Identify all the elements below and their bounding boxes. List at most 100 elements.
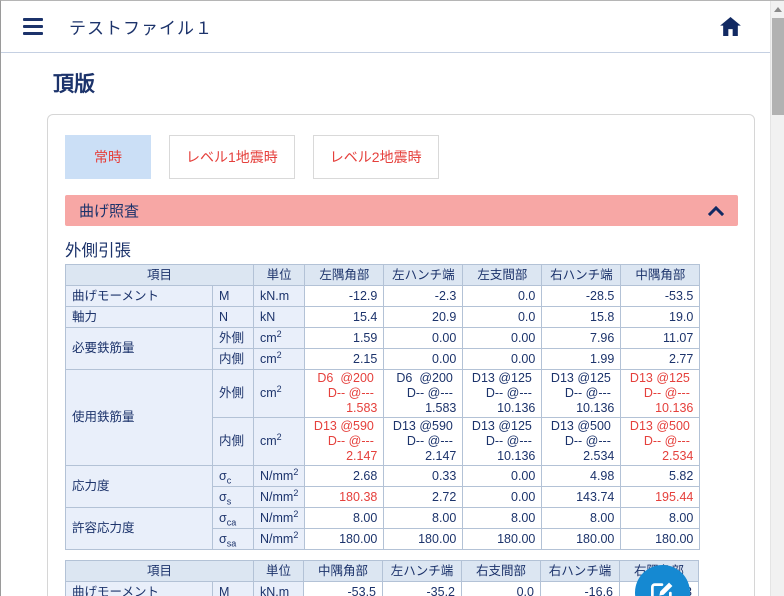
table-row: 許容応力度 σca N/mm2 8.00 8.00 8.00 8.00 8.00 xyxy=(65,507,701,550)
table-cell: cm2 xyxy=(252,369,306,418)
table-cell: 中隅角部 xyxy=(303,560,383,582)
condition-tabs: 常時 レベル1地震時 レベル2地震時 xyxy=(65,135,738,179)
table-cell: N/mm2 xyxy=(252,486,306,508)
table-cell: 外側 xyxy=(212,369,254,418)
table-cell: σc xyxy=(212,465,254,487)
table-cell: 使用鉄筋量 xyxy=(65,369,213,466)
menu-icon[interactable] xyxy=(23,18,43,35)
table-cell: 195.44 xyxy=(620,486,701,508)
section-title: 曲げ照査 xyxy=(79,203,140,220)
table-cell: 11.07 xyxy=(620,327,701,349)
table-cell: 180.38 xyxy=(304,486,385,508)
table-cell: 内側 xyxy=(212,417,254,466)
table-cell: 2.77 xyxy=(620,348,701,370)
table-cell: 1.99 xyxy=(541,348,622,370)
table-cell: 15.4 xyxy=(304,306,385,328)
tab-level1-earthquake[interactable]: レベル1地震時 xyxy=(169,135,295,179)
table-cell: kN xyxy=(252,306,306,328)
page-title: 頂版 xyxy=(53,73,95,96)
table-cell: 2.72 xyxy=(383,486,464,508)
table-cell: 180.00 xyxy=(541,528,622,550)
table-cell: 左支間部 xyxy=(462,264,543,286)
table-cell: cm2 xyxy=(252,417,306,466)
bending-check-section-header[interactable]: 曲げ照査 xyxy=(65,195,738,226)
table-cell: -53.5 xyxy=(620,285,701,307)
table-cell: σca xyxy=(212,507,254,529)
scrollbar-up-arrow-icon[interactable] xyxy=(774,7,782,12)
table-row: 軸力 NkN 15.4 20.9 0.0 15.8 19.0 xyxy=(65,306,701,328)
outer-tension-table: 項目 単位 左隅角部 左ハンチ端 左支間部 右ハンチ端 中隅角部 曲げモーメント MkN.m -1… xyxy=(65,264,701,550)
table-cell: 180.00 xyxy=(304,528,385,550)
table-cell: 8.00 xyxy=(304,507,385,529)
table-cell: 0.00 xyxy=(462,327,543,349)
table-cell: 2.68 xyxy=(304,465,385,487)
table-cell: 中隅角部 xyxy=(620,264,701,286)
table-cell: 曲げモーメント xyxy=(65,285,213,307)
table-cell: D13 @125 D-- @--- 10.136 xyxy=(462,417,543,466)
table-cell: 2.15 xyxy=(304,348,385,370)
tab-level2-earthquake[interactable]: レベル2地震時 xyxy=(312,135,439,179)
chevron-up-icon[interactable] xyxy=(708,205,724,216)
top-bar: テストファイル１ xyxy=(1,1,771,53)
scrollbar-thumb[interactable] xyxy=(772,18,784,115)
table-cell: 右ハンチ端 xyxy=(541,264,622,286)
table-cell: 外側 xyxy=(212,327,254,349)
table-cell: D13 @590 D-- @--- 2.147 xyxy=(304,417,385,466)
table-cell: D13 @500 D-- @--- 2.534 xyxy=(541,417,622,466)
table-cell: kN.m xyxy=(253,581,304,596)
table-cell: D13 @125 D-- @--- 10.136 xyxy=(462,369,543,418)
table-cell: D13 @125 D-- @--- 10.136 xyxy=(541,369,622,418)
table-cell: -12.9 xyxy=(304,285,385,307)
subsection-title: 外側引張 xyxy=(65,242,131,260)
table-cell: D6 @200 D-- @--- 1.583 xyxy=(304,369,385,418)
table-row: 応力度 σc N/mm2 2.68 0.33 0.00 4.98 5.82 xyxy=(65,465,701,508)
table-cell: 曲げモーメント xyxy=(65,581,213,596)
table-cell: 5.82 xyxy=(620,465,701,487)
table-cell: -35.2 xyxy=(382,581,462,596)
edit-pencil-icon xyxy=(649,579,676,596)
table-cell: σs xyxy=(212,486,254,508)
table-cell: D6 @200 D-- @--- 1.583 xyxy=(383,369,464,418)
table-cell: 軸力 xyxy=(65,306,213,328)
table-cell: 180.00 xyxy=(462,528,543,550)
table-cell: 項目 xyxy=(65,264,254,286)
table-cell: 8.00 xyxy=(462,507,543,529)
table-cell: N/mm2 xyxy=(252,507,306,529)
table-row: 曲げモーメント MkN.m -12.9 -2.3 0.0 -28.5 -53.5 xyxy=(65,285,701,307)
table-cell: 0.00 xyxy=(462,486,543,508)
table-cell: kN.m xyxy=(252,285,306,307)
tab-jyouji[interactable]: 常時 xyxy=(65,135,151,179)
table-cell: cm2 xyxy=(252,348,306,370)
app-window: テストファイル１ 頂版 常時 レベル1地震時 レベル2地震時 曲げ照査 外側引張… xyxy=(0,0,784,596)
table-cell: 0.0 xyxy=(461,581,541,596)
table-cell: 19.0 xyxy=(620,306,701,328)
table-cell: M xyxy=(212,285,254,307)
table-cell: 0.33 xyxy=(383,465,464,487)
table-cell: -53.5 xyxy=(303,581,383,596)
table-cell: 8.00 xyxy=(383,507,464,529)
table-cell: cm2 xyxy=(252,327,306,349)
table-cell: 項目 xyxy=(65,560,254,582)
table-cell: 右支間部 xyxy=(461,560,541,582)
table-cell: 20.9 xyxy=(383,306,464,328)
table-cell: 7.96 xyxy=(541,327,622,349)
table-cell: D13 @500 D-- @--- 2.534 xyxy=(620,417,701,466)
table-row: 必要鉄筋量 外側 cm2 1.59 0.00 0.00 7.96 11.07 xyxy=(65,327,701,370)
table-row: 項目 単位 左隅角部 左ハンチ端 左支間部 右ハンチ端 中隅角部 xyxy=(65,264,701,286)
table-cell: 単位 xyxy=(252,264,306,286)
table-cell: 0.00 xyxy=(462,348,543,370)
table-cell: 1.59 xyxy=(304,327,385,349)
vertical-scrollbar[interactable] xyxy=(770,1,784,596)
table-cell: M xyxy=(212,581,254,596)
table-row: 使用鉄筋量 外側 cm2 D6 @200 D-- @--- 1.583 D6 @200 … xyxy=(65,369,701,466)
app-title: テストファイル１ xyxy=(69,19,213,38)
table-cell: 許容応力度 xyxy=(65,507,213,550)
table-cell: 15.8 xyxy=(541,306,622,328)
table-cell: 左隅角部 xyxy=(304,264,385,286)
table-cell: 0.00 xyxy=(383,348,464,370)
table-cell: N xyxy=(212,306,254,328)
table-cell: 単位 xyxy=(253,560,304,582)
table-cell: 左ハンチ端 xyxy=(383,264,464,286)
home-icon[interactable] xyxy=(720,17,741,36)
table-cell: 0.00 xyxy=(383,327,464,349)
